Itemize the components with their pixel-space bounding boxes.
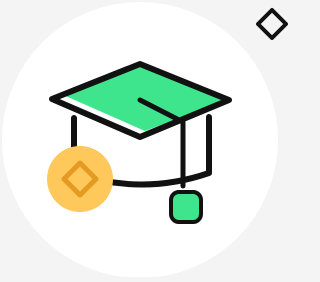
diamond-outline-icon[interactable] xyxy=(256,8,288,40)
tassel xyxy=(169,190,203,224)
badge-circle xyxy=(47,146,113,212)
illustration-canvas xyxy=(0,0,291,278)
badge xyxy=(47,146,113,212)
graduation-cap-illustration xyxy=(2,2,288,278)
